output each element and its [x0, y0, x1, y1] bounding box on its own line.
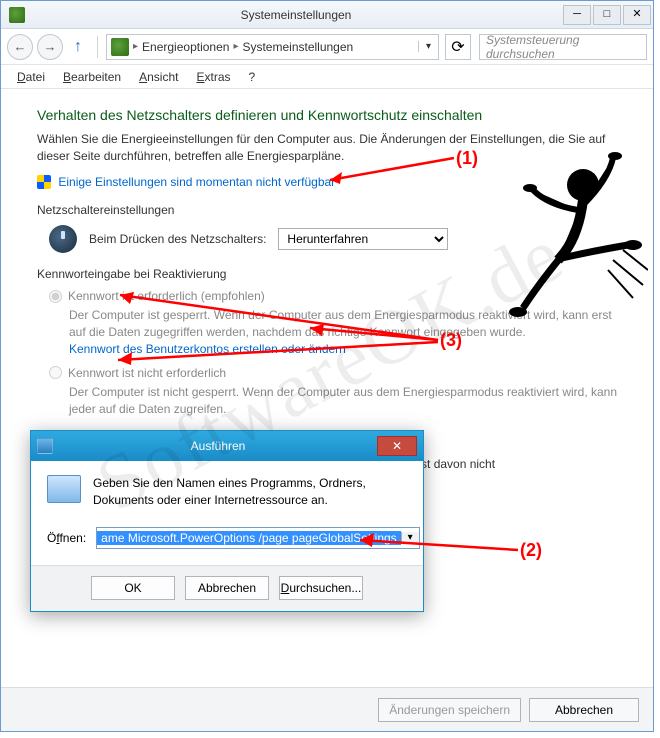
- radio-password-not-required[interactable]: [49, 366, 62, 379]
- window-title: Systemeinstellungen: [31, 8, 561, 22]
- radio1-label: Kennwort ist erforderlich (empfohlen): [68, 289, 265, 303]
- refresh-icon: ⟳: [451, 37, 464, 57]
- forward-button[interactable]: →: [37, 34, 63, 60]
- chevron-down-icon[interactable]: ▾: [401, 532, 419, 543]
- power-action-select[interactable]: Herunterfahren: [278, 228, 448, 250]
- menu-view[interactable]: Ansicht: [131, 68, 186, 86]
- up-button[interactable]: ↑: [67, 36, 89, 58]
- power-button-row: Beim Drücken des Netzschalters: Herunter…: [49, 225, 617, 253]
- breadcrumb-icon: [111, 38, 129, 56]
- run-ok-button[interactable]: OK: [91, 576, 175, 600]
- run-open-value: ame Microsoft.PowerOptions /page pageGlo…: [97, 531, 401, 545]
- create-password-link[interactable]: Kennwort des Benutzerkontos erstellen od…: [69, 342, 346, 356]
- close-button[interactable]: ✕: [623, 5, 651, 25]
- menu-extras[interactable]: Extras: [188, 68, 238, 86]
- menu-help[interactable]: ?: [241, 68, 264, 86]
- run-dialog[interactable]: Ausführen ✕ Geben Sie den Namen eines Pr…: [30, 430, 424, 612]
- nav-separator: [97, 36, 98, 58]
- content-area: Verhalten des Netzschalters definieren u…: [1, 89, 653, 483]
- back-button[interactable]: ←: [7, 34, 33, 60]
- radio2-label: Kennwort ist nicht erforderlich: [68, 366, 226, 380]
- nav-bar: ← → ↑ ▸ Energieoptionen ▸ Systemeinstell…: [1, 29, 653, 65]
- search-placeholder: Systemsteuerung durchsuchen: [486, 33, 640, 61]
- titlebar[interactable]: Systemeinstellungen ─ □ ✕: [1, 1, 653, 29]
- run-message: Geben Sie den Namen eines Programms, Ord…: [93, 475, 407, 509]
- password-radio-group: Kennwort ist erforderlich (empfohlen) De…: [49, 289, 617, 417]
- run-title-icon: [37, 438, 53, 454]
- save-button[interactable]: Änderungen speichern: [378, 698, 521, 722]
- page-description: Wählen Sie die Energieeinstellungen für …: [37, 131, 617, 165]
- refresh-button[interactable]: ⟳: [445, 34, 471, 60]
- password-section-label: Kennworteingabe bei Reaktivierung: [37, 267, 617, 281]
- run-browse-button[interactable]: Durchsuchen...: [279, 576, 363, 600]
- run-icon: [47, 475, 81, 503]
- run-title: Ausführen: [59, 439, 377, 453]
- unavailable-link[interactable]: Einige Einstellungen sind momentan nicht…: [37, 175, 617, 190]
- footer-bar: Änderungen speichern Abbrechen: [1, 687, 653, 731]
- run-open-combobox[interactable]: ame Microsoft.PowerOptions /page pageGlo…: [96, 527, 420, 549]
- breadcrumb[interactable]: ▸ Energieoptionen ▸ Systemeinstellungen …: [106, 34, 439, 60]
- run-close-button[interactable]: ✕: [377, 436, 417, 456]
- power-icon: [49, 225, 77, 253]
- run-cancel-button[interactable]: Abbrechen: [185, 576, 269, 600]
- crumb-energy[interactable]: Energieoptionen: [138, 40, 233, 54]
- system-settings-window: Systemeinstellungen ─ □ ✕ ← → ↑ ▸ Energi…: [0, 0, 654, 732]
- power-action-label: Beim Drücken des Netzschalters:: [89, 232, 266, 246]
- run-titlebar[interactable]: Ausführen ✕: [31, 431, 423, 461]
- radio-password-required[interactable]: [49, 290, 62, 303]
- menu-file[interactable]: Datei: [9, 68, 53, 86]
- run-open-label: Öffnen:: [47, 531, 86, 545]
- menu-bar: Datei Bearbeiten Ansicht Extras ?: [1, 65, 653, 89]
- power-section-label: Netzschaltereinstellungen: [37, 203, 617, 217]
- crumb-dropdown[interactable]: ▾: [418, 41, 438, 52]
- crumb-settings[interactable]: Systemeinstellungen: [238, 40, 357, 54]
- shield-icon: [37, 175, 51, 189]
- system-icon: [9, 7, 25, 23]
- maximize-button[interactable]: □: [593, 5, 621, 25]
- run-footer: OK Abbrechen Durchsuchen...: [31, 565, 423, 611]
- unavailable-text: Einige Einstellungen sind momentan nicht…: [58, 175, 335, 189]
- radio2-description: Der Computer ist nicht gesperrt. Wenn de…: [69, 384, 617, 418]
- cancel-button[interactable]: Abbrechen: [529, 698, 639, 722]
- search-input[interactable]: Systemsteuerung durchsuchen: [479, 34, 647, 60]
- radio1-description: Der Computer ist gesperrt. Wenn der Comp…: [69, 307, 617, 357]
- page-heading: Verhalten des Netzschalters definieren u…: [37, 107, 617, 123]
- minimize-button[interactable]: ─: [563, 5, 591, 25]
- menu-edit[interactable]: Bearbeiten: [55, 68, 129, 86]
